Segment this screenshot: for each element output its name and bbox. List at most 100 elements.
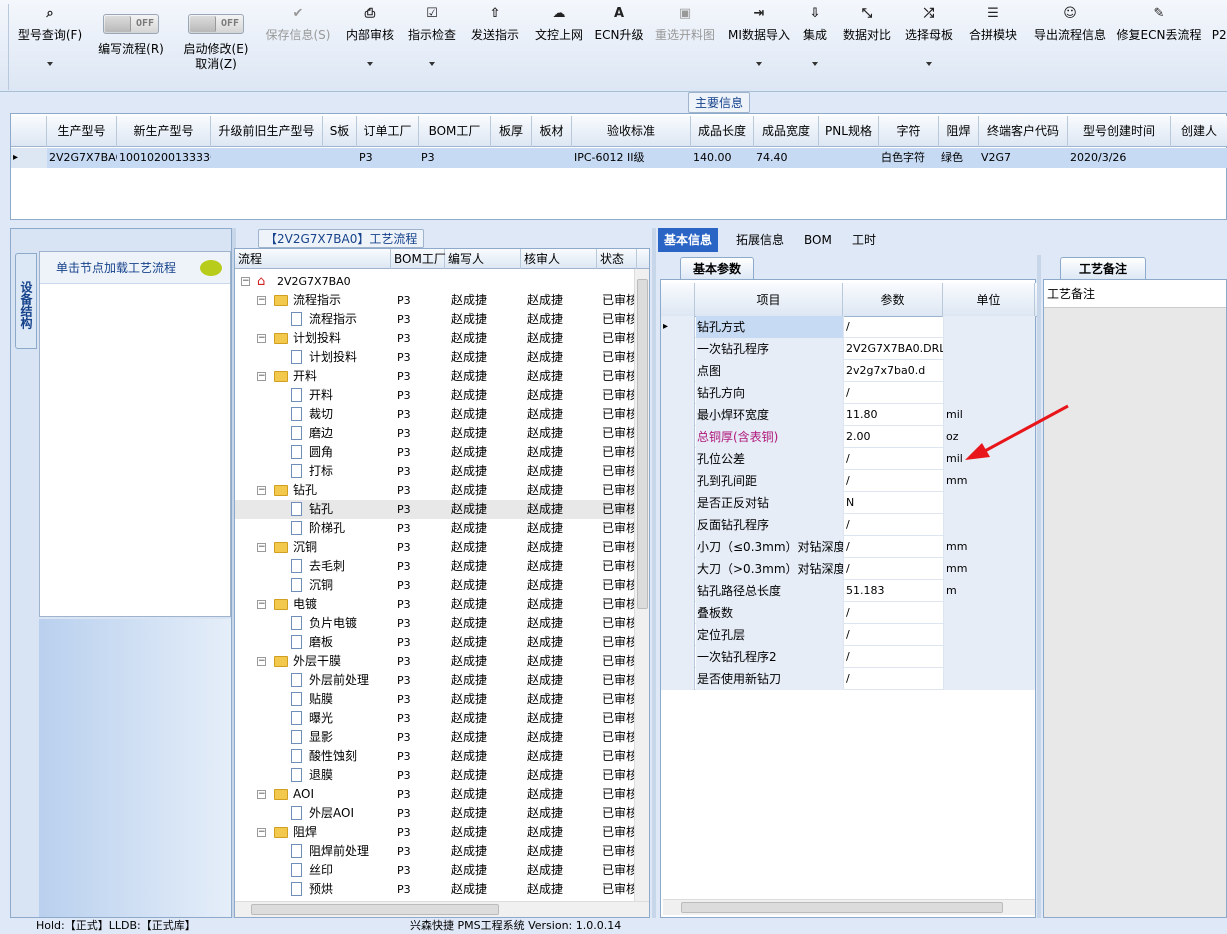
tree-folder-node[interactable]: − 沉铜 P3 赵成捷 赵成捷 已审核	[235, 538, 635, 557]
param-value[interactable]: /	[843, 316, 943, 338]
tree-leaf-node[interactable]: 去毛刺 P3 赵成捷 赵成捷 已审核	[235, 557, 635, 576]
param-value[interactable]: /	[843, 624, 943, 646]
flow-vscroll-thumb[interactable]	[637, 279, 648, 609]
tree-folder-node[interactable]: − AOI P3 赵成捷 赵成捷 已审核	[235, 785, 635, 804]
param-value[interactable]: 2V2G7X7BA0.DRL	[843, 338, 945, 360]
main-info-col-header[interactable]: 成品长度	[691, 116, 754, 147]
toolbar-repair-button[interactable]: ✎ 修复ECN丢流程	[1116, 6, 1202, 86]
collapse-toggle-icon[interactable]: −	[257, 828, 266, 837]
dropdown-arrow-icon[interactable]	[429, 62, 435, 66]
tree-leaf-node[interactable]: 沉铜 P3 赵成捷 赵成捷 已审核	[235, 576, 635, 595]
collapse-toggle-icon[interactable]: −	[257, 372, 266, 381]
param-row[interactable]: 定位孔层 /	[661, 624, 1035, 646]
dropdown-arrow-icon[interactable]	[926, 62, 932, 66]
tree-leaf-node[interactable]: 丝印 P3 赵成捷 赵成捷 已审核	[235, 861, 635, 880]
toggle-switch[interactable]: OFF	[103, 14, 159, 34]
toolbar-mother-button[interactable]: ⤮ 选择母板	[902, 6, 956, 86]
param-value[interactable]: 2.00	[843, 426, 943, 448]
toolbar-ecn-button[interactable]: A ECN升级	[594, 6, 644, 86]
param-value[interactable]: /	[843, 536, 943, 558]
main-info-col-header[interactable]: 终端客户代码	[979, 116, 1068, 147]
main-info-col-header[interactable]: 阻焊	[939, 116, 979, 147]
toolbar-p2-button[interactable]: P2E	[1208, 6, 1227, 86]
param-value[interactable]: 51.183	[843, 580, 943, 602]
tree-leaf-node[interactable]: 酸性蚀刻 P3 赵成捷 赵成捷 已审核	[235, 747, 635, 766]
tree-leaf-node[interactable]: 预烘 P3 赵成捷 赵成捷 已审核	[235, 880, 635, 899]
tree-leaf-node[interactable]: 钻孔 P3 赵成捷 赵成捷 已审核	[235, 500, 635, 519]
tree-folder-node[interactable]: − 阻焊 P3 赵成捷 赵成捷 已审核	[235, 823, 635, 842]
tree-leaf-node[interactable]: 流程指示 P3 赵成捷 赵成捷 已审核	[235, 310, 635, 329]
param-row[interactable]: 一次钻孔程序 2V2G7X7BA0.DRL	[661, 338, 1035, 360]
toolbar-start_mod-button[interactable]: OFF 启动修改(E) 取消(Z)	[176, 6, 256, 86]
main-info-col-header[interactable]: S板	[323, 116, 357, 147]
main-info-col-header[interactable]: 板厚	[491, 116, 532, 147]
tree-folder-node[interactable]: − 钻孔 P3 赵成捷 赵成捷 已审核	[235, 481, 635, 500]
toolbar-integrate-button[interactable]: ⇩ 集成	[800, 6, 830, 86]
tree-folder-node[interactable]: − 流程指示 P3 赵成捷 赵成捷 已审核	[235, 291, 635, 310]
param-value[interactable]: /	[843, 646, 943, 668]
tree-leaf-node[interactable]: 负片电镀 P3 赵成捷 赵成捷 已审核	[235, 614, 635, 633]
toggle-switch[interactable]: OFF	[188, 14, 244, 34]
param-row[interactable]: 大刀（>0.3mm）对钻深度 / mm	[661, 558, 1035, 580]
toolbar-reselect-button[interactable]: ▣ 重选开料图	[652, 6, 718, 86]
param-value[interactable]: /	[843, 470, 943, 492]
param-row[interactable]: 孔到孔间距 / mm	[661, 470, 1035, 492]
toolbar-save-button[interactable]: ✔ 保存信息(S)	[260, 6, 336, 86]
tree-leaf-node[interactable]: 外层前处理 P3 赵成捷 赵成捷 已审核	[235, 671, 635, 690]
collapse-toggle-icon[interactable]: −	[257, 657, 266, 666]
param-value[interactable]: 2v2g7x7ba0.d	[843, 360, 943, 382]
param-col-header[interactable]: 单位	[943, 283, 1035, 317]
tree-leaf-node[interactable]: 裁切 P3 赵成捷 赵成捷 已审核	[235, 405, 635, 424]
tree-leaf-node[interactable]: 开料 P3 赵成捷 赵成捷 已审核	[235, 386, 635, 405]
param-row[interactable]: 是否使用新钻刀 /	[661, 668, 1035, 690]
param-row[interactable]: 反面钻孔程序 /	[661, 514, 1035, 536]
tree-leaf-node[interactable]: 阶梯孔 P3 赵成捷 赵成捷 已审核	[235, 519, 635, 538]
param-row[interactable]: 孔位公差 / mil	[661, 448, 1035, 470]
param-row[interactable]: 是否正反对钻 N	[661, 492, 1035, 514]
tab-man-hours[interactable]: 工时	[846, 228, 882, 252]
tree-folder-node[interactable]: − 电镀 P3 赵成捷 赵成捷 已审核	[235, 595, 635, 614]
toolbar-compare-button[interactable]: ⤡ 数据对比	[840, 6, 894, 86]
collapse-toggle-icon[interactable]: −	[257, 600, 266, 609]
param-row[interactable]: 钻孔路径总长度 51.183 m	[661, 580, 1035, 602]
tab-basic-info[interactable]: 基本信息	[658, 228, 719, 252]
main-info-col-header[interactable]: 升级前旧生产型号	[211, 116, 323, 147]
flow-col-header[interactable]: 流程	[235, 249, 391, 269]
main-info-col-header[interactable]: 订单工厂	[357, 116, 419, 147]
tree-leaf-node[interactable]: 磨板 P3 赵成捷 赵成捷 已审核	[235, 633, 635, 652]
tab-extended-info[interactable]: 拓展信息	[730, 228, 790, 252]
param-horizontal-scrollbar[interactable]	[663, 899, 1035, 915]
param-row[interactable]: 总铜厚(含表铜) 2.00 oz	[661, 426, 1035, 448]
param-value[interactable]: /	[843, 382, 943, 404]
main-info-col-header[interactable]: 字符	[879, 116, 939, 147]
tab-bom[interactable]: BOM	[798, 228, 838, 252]
flow-vertical-scrollbar[interactable]	[634, 269, 649, 903]
param-row[interactable]: ▸ 钻孔方式 /	[661, 316, 1035, 338]
param-row[interactable]: 叠板数 /	[661, 602, 1035, 624]
tab-process-notes[interactable]: 工艺备注	[1060, 257, 1147, 279]
main-info-col-header[interactable]: 验收标准	[572, 116, 691, 147]
main-info-col-header[interactable]: 新生产型号	[117, 116, 211, 147]
toolbar-doc_upload-button[interactable]: ☁ 文控上网	[530, 6, 588, 86]
tree-leaf-node[interactable]: 贴膜 P3 赵成捷 赵成捷 已审核	[235, 690, 635, 709]
tree-leaf-node[interactable]: 圆角 P3 赵成捷 赵成捷 已审核	[235, 443, 635, 462]
collapse-toggle-icon[interactable]: −	[257, 296, 266, 305]
collapse-toggle-icon[interactable]: −	[257, 790, 266, 799]
main-info-col-header[interactable]: PNL规格	[819, 116, 879, 147]
tree-leaf-node[interactable]: 磨边 P3 赵成捷 赵成捷 已审核	[235, 424, 635, 443]
param-value[interactable]: /	[843, 514, 943, 536]
param-value[interactable]: 11.80	[843, 404, 943, 426]
param-value[interactable]: /	[843, 448, 943, 470]
tree-leaf-node[interactable]: 外层AOI P3 赵成捷 赵成捷 已审核	[235, 804, 635, 823]
collapse-toggle-icon[interactable]: −	[257, 543, 266, 552]
splitter-right[interactable]	[1037, 255, 1041, 918]
dropdown-arrow-icon[interactable]	[367, 62, 373, 66]
tree-root-node[interactable]: − ⌂ 2V2G7X7BA0	[235, 272, 635, 291]
tree-leaf-node[interactable]: 计划投料 P3 赵成捷 赵成捷 已审核	[235, 348, 635, 367]
main-info-col-header[interactable]: 生产型号	[47, 116, 117, 147]
flow-col-header[interactable]: 状态	[597, 249, 637, 269]
tab-equipment-structure[interactable]: 设备结构	[15, 253, 37, 349]
flow-hscroll-thumb[interactable]	[251, 904, 499, 915]
tree-leaf-node[interactable]: 阻焊前处理 P3 赵成捷 赵成捷 已审核	[235, 842, 635, 861]
collapse-toggle-icon[interactable]: −	[257, 334, 266, 343]
